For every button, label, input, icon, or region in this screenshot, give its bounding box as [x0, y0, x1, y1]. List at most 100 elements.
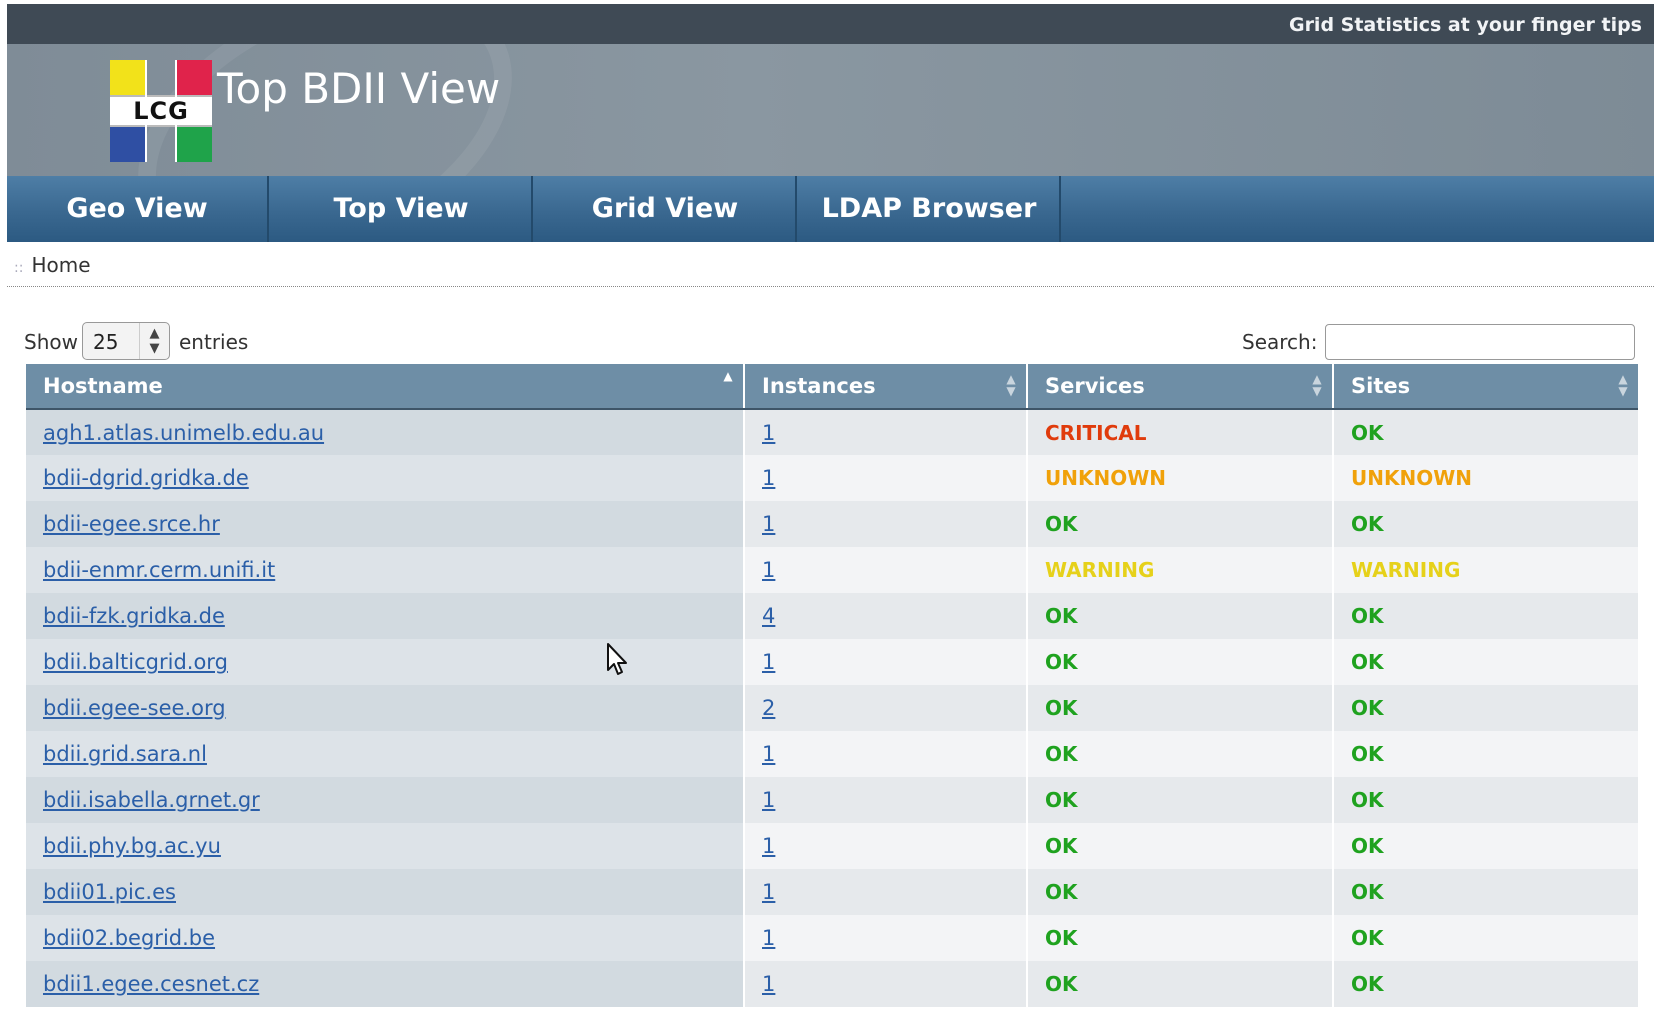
- table-row: bdii.egee-see.org 2 OK OK: [26, 685, 1638, 731]
- sites-status-cell: OK: [1333, 777, 1638, 823]
- hostname-link[interactable]: bdii-fzk.gridka.de: [43, 604, 225, 628]
- tagline: Grid Statistics at your finger tips: [1288, 14, 1642, 36]
- sites-status-cell: OK: [1333, 869, 1638, 915]
- sites-status-cell: OK: [1333, 961, 1638, 1007]
- instances-link[interactable]: 1: [762, 972, 775, 996]
- table-row: bdii-fzk.gridka.de 4 OK OK: [26, 593, 1638, 639]
- services-status: OK: [1045, 972, 1078, 996]
- sites-status: OK: [1351, 834, 1384, 858]
- instances-link[interactable]: 2: [762, 696, 775, 720]
- hostname-link[interactable]: bdii02.begrid.be: [43, 926, 215, 950]
- column-header-instances[interactable]: Instances ▲ ▼: [744, 364, 1028, 410]
- instances-cell: 2: [744, 685, 1028, 731]
- services-status: UNKNOWN: [1045, 466, 1167, 490]
- instances-cell: 1: [744, 961, 1028, 1007]
- sites-status: OK: [1351, 926, 1384, 950]
- sort-both-icon: ▲ ▼: [1006, 372, 1016, 398]
- logo-text: LCG: [133, 97, 189, 125]
- show-label: Show: [24, 330, 78, 354]
- services-status-cell: OK: [1027, 593, 1334, 639]
- instances-link[interactable]: 1: [762, 926, 775, 950]
- search-input[interactable]: [1325, 324, 1635, 360]
- sort-both-icon: ▲ ▼: [1618, 372, 1628, 398]
- hostname-cell: bdii.phy.bg.ac.yu: [26, 823, 745, 869]
- table-row: bdii01.pic.es 1 OK OK: [26, 869, 1638, 915]
- services-status: OK: [1045, 650, 1078, 674]
- sites-status: WARNING: [1351, 558, 1461, 582]
- hostname-link[interactable]: bdii-egee.srce.hr: [43, 512, 220, 536]
- table-row: bdii.phy.bg.ac.yu 1 OK OK: [26, 823, 1638, 869]
- instances-link[interactable]: 1: [762, 650, 775, 674]
- hostname-link[interactable]: bdii01.pic.es: [43, 880, 176, 904]
- instances-link[interactable]: 1: [762, 742, 775, 766]
- services-status-cell: CRITICAL: [1027, 409, 1334, 455]
- nav-geo-view[interactable]: Geo View: [7, 176, 269, 242]
- instances-cell: 1: [744, 731, 1028, 777]
- instances-cell: 1: [744, 501, 1028, 547]
- instances-link[interactable]: 1: [762, 466, 775, 490]
- column-header-services[interactable]: Services ▲ ▼: [1027, 364, 1334, 410]
- hostname-link[interactable]: bdii.grid.sara.nl: [43, 742, 207, 766]
- instances-link[interactable]: 1: [762, 788, 775, 812]
- services-status-cell: OK: [1027, 639, 1334, 685]
- table-row: bdii.balticgrid.org 1 OK OK: [26, 639, 1638, 685]
- instances-link[interactable]: 4: [762, 604, 775, 628]
- sites-status: OK: [1351, 696, 1384, 720]
- sites-status: OK: [1351, 788, 1384, 812]
- instances-cell: 1: [744, 777, 1028, 823]
- instances-cell: 1: [744, 915, 1028, 961]
- table-row: bdii.isabella.grnet.gr 1 OK OK: [26, 777, 1638, 823]
- hostname-link[interactable]: bdii1.egee.cesnet.cz: [43, 972, 259, 996]
- services-status-cell: UNKNOWN: [1027, 455, 1334, 501]
- nav-grid-view[interactable]: Grid View: [535, 176, 797, 242]
- hostname-cell: bdii.egee-see.org: [26, 685, 745, 731]
- instances-link[interactable]: 1: [762, 834, 775, 858]
- hostname-link[interactable]: bdii.egee-see.org: [43, 696, 226, 720]
- instances-link[interactable]: 1: [762, 512, 775, 536]
- main-nav: Geo View Top View Grid View LDAP Browser: [7, 176, 1654, 242]
- services-status: OK: [1045, 834, 1078, 858]
- sites-status: OK: [1351, 880, 1384, 904]
- instances-link[interactable]: 1: [762, 880, 775, 904]
- services-status: OK: [1045, 696, 1078, 720]
- breadcrumb-home[interactable]: Home: [31, 253, 90, 277]
- sort-asc-icon: ▲: [723, 369, 733, 383]
- services-status: OK: [1045, 742, 1078, 766]
- nav-ldap-browser[interactable]: LDAP Browser: [799, 176, 1061, 242]
- hostname-cell: bdii-dgrid.gridka.de: [26, 455, 745, 501]
- sites-status-cell: OK: [1333, 915, 1638, 961]
- hostname-link[interactable]: bdii.phy.bg.ac.yu: [43, 834, 221, 858]
- hostname-link[interactable]: agh1.atlas.unimelb.edu.au: [43, 421, 324, 445]
- services-status: OK: [1045, 926, 1078, 950]
- page-length-value: 25: [93, 330, 119, 354]
- hostname-cell: bdii-fzk.gridka.de: [26, 593, 745, 639]
- sites-status: OK: [1351, 512, 1384, 536]
- hostname-link[interactable]: bdii.isabella.grnet.gr: [43, 788, 260, 812]
- column-header-sites[interactable]: Sites ▲ ▼: [1333, 364, 1638, 410]
- breadcrumb-divider: [7, 286, 1654, 287]
- services-status-cell: OK: [1027, 731, 1334, 777]
- services-status: WARNING: [1045, 558, 1155, 582]
- nav-top-view[interactable]: Top View: [271, 176, 533, 242]
- hostname-cell: bdii01.pic.es: [26, 869, 745, 915]
- sites-status: OK: [1351, 742, 1384, 766]
- hostname-link[interactable]: bdii.balticgrid.org: [43, 650, 228, 674]
- sites-status: OK: [1351, 420, 1384, 445]
- instances-link[interactable]: 1: [762, 558, 775, 582]
- sites-status-cell: OK: [1333, 823, 1638, 869]
- sites-status-cell: WARNING: [1333, 547, 1638, 593]
- hostname-link[interactable]: bdii-enmr.cerm.unifi.it: [43, 558, 275, 582]
- hostname-link[interactable]: bdii-dgrid.gridka.de: [43, 466, 249, 490]
- services-status: CRITICAL: [1045, 420, 1147, 445]
- top-bar: Grid Statistics at your finger tips: [7, 4, 1654, 44]
- page-length-select[interactable]: 25 ▲ ▼: [82, 322, 170, 360]
- sites-status-cell: OK: [1333, 409, 1638, 455]
- bdii-table: Hostname ▲ Instances ▲ ▼ Services ▲ ▼ Site…: [26, 364, 1638, 1007]
- instances-cell: 1: [744, 639, 1028, 685]
- instances-link[interactable]: 1: [762, 421, 775, 445]
- services-status-cell: OK: [1027, 777, 1334, 823]
- column-header-hostname[interactable]: Hostname ▲: [26, 364, 745, 410]
- sites-status-cell: OK: [1333, 593, 1638, 639]
- services-status-cell: OK: [1027, 869, 1334, 915]
- services-status-cell: OK: [1027, 501, 1334, 547]
